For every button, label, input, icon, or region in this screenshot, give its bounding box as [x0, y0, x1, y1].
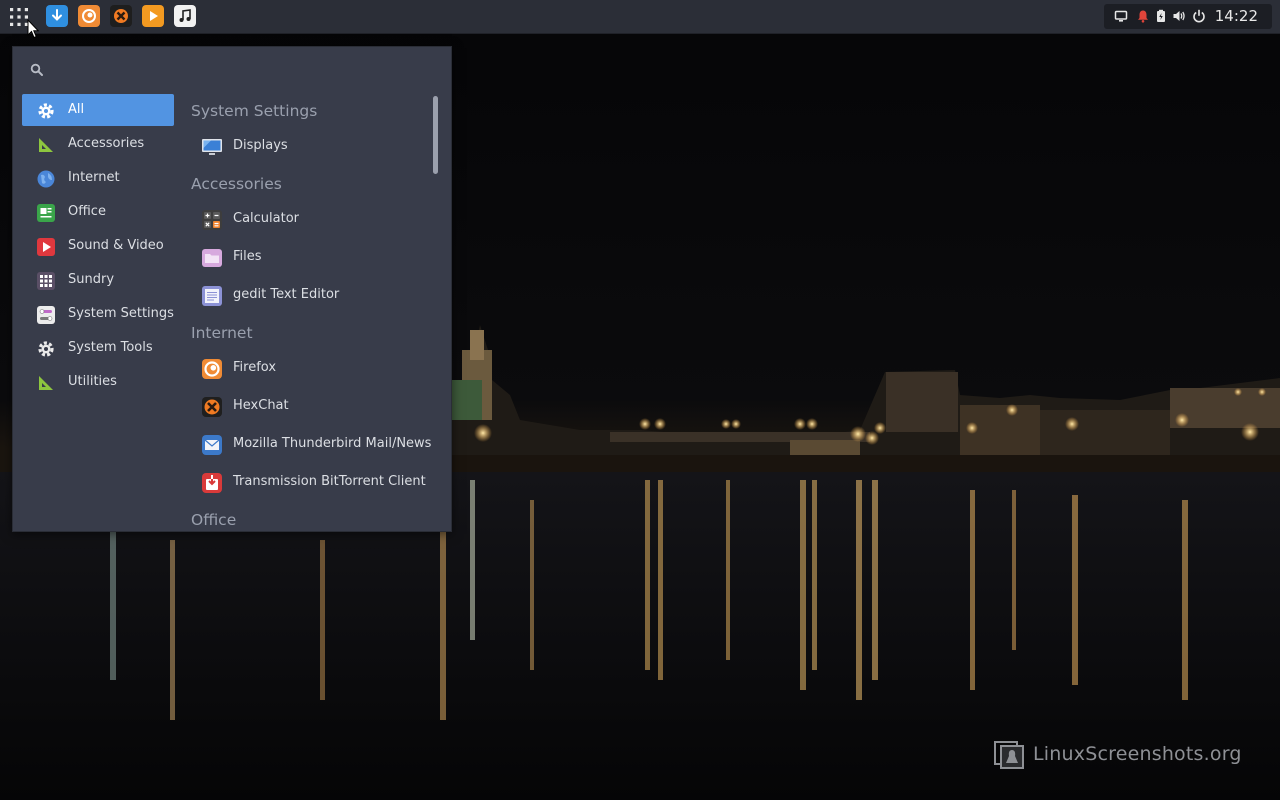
app-gedit[interactable]: gedit Text Editor [185, 275, 433, 313]
launcher-music[interactable] [174, 5, 196, 27]
section-header-internet: Internet [191, 324, 253, 342]
firefox-icon [202, 359, 222, 379]
power-icon[interactable] [1192, 9, 1206, 23]
office-icon [37, 204, 55, 222]
app-files[interactable]: Files [185, 237, 433, 275]
category-label: Utilities [68, 374, 117, 389]
category-accessories[interactable]: Accessories [22, 128, 174, 160]
app-label: HexChat [233, 398, 289, 413]
grid-icon [37, 272, 55, 290]
folder-icon [202, 249, 222, 267]
ruler-icon [39, 376, 53, 390]
category-utilities[interactable]: Utilities [22, 366, 174, 398]
launcher-hexchat[interactable] [110, 5, 132, 27]
category-system-settings[interactable]: System Settings [22, 298, 174, 330]
launcher-media-player[interactable] [142, 5, 164, 27]
hexchat-icon [202, 397, 222, 417]
app-label: Transmission BitTorrent Client [233, 474, 426, 489]
media-player-icon [150, 11, 158, 21]
app-label: Displays [233, 138, 288, 153]
category-label: System Settings [68, 306, 174, 321]
category-all[interactable]: All [22, 94, 174, 126]
category-system-tools[interactable]: System Tools [22, 332, 174, 364]
app-hexchat[interactable]: HexChat [185, 386, 433, 424]
app-label: Firefox [233, 360, 277, 375]
watermark: LinuxScreenshots.org [993, 738, 1242, 770]
app-label: gedit Text Editor [233, 287, 340, 302]
applications-list: System Settings Displays Accessories Cal… [185, 94, 433, 531]
penguin-logo-icon [994, 741, 1024, 769]
notification-bell-icon[interactable] [1136, 9, 1150, 23]
category-label: System Tools [68, 340, 153, 355]
section-header-office: Office [191, 511, 237, 529]
mouse-cursor-icon [27, 19, 39, 39]
category-office[interactable]: Office [22, 196, 174, 228]
category-internet[interactable]: Internet [22, 162, 174, 194]
globe-icon [37, 170, 55, 188]
play-icon [37, 238, 55, 256]
app-transmission[interactable]: Transmission BitTorrent Client [185, 462, 433, 500]
gear-icon [38, 103, 54, 119]
category-sound-video[interactable]: Sound & Video [22, 230, 174, 262]
monitor-icon [202, 139, 222, 155]
text-editor-icon [202, 286, 222, 306]
firefox-icon [82, 9, 96, 23]
category-label: Accessories [68, 136, 145, 151]
category-label: Internet [68, 170, 120, 185]
app-thunderbird[interactable]: Mozilla Thunderbird Mail/News [185, 424, 433, 462]
search-input[interactable] [53, 59, 437, 83]
app-firefox[interactable]: Firefox [185, 348, 433, 386]
category-label: Sundry [68, 272, 115, 287]
display-icon[interactable] [1114, 9, 1128, 23]
transmission-icon [202, 473, 222, 493]
app-label: Calculator [233, 211, 300, 226]
category-label: All [68, 102, 85, 117]
app-label: Mozilla Thunderbird Mail/News [233, 436, 432, 451]
app-displays[interactable]: Displays [185, 126, 433, 164]
calculator-icon [202, 210, 222, 230]
clock[interactable]: 14:22 [1215, 8, 1258, 25]
search-icon [30, 63, 43, 76]
toggle-settings-icon [37, 306, 55, 324]
section-header-system-settings: System Settings [191, 102, 318, 120]
category-sundry[interactable]: Sundry [22, 264, 174, 296]
battery-icon[interactable] [1154, 9, 1168, 23]
application-menu: All Accessories Internet Office Sound & … [12, 46, 452, 532]
volume-icon[interactable] [1172, 9, 1186, 23]
app-calculator[interactable]: Calculator [185, 199, 433, 237]
mail-icon [202, 435, 222, 455]
ruler-icon [39, 138, 53, 152]
category-label: Office [68, 204, 106, 219]
top-panel: 14:22 [0, 0, 1280, 34]
download-manager-icon [52, 9, 62, 21]
app-label: Files [233, 249, 262, 264]
section-header-accessories: Accessories [191, 175, 282, 193]
category-list: All Accessories Internet Office Sound & … [22, 94, 174, 400]
music-icon [179, 9, 191, 22]
launcher-download-manager[interactable] [46, 5, 68, 27]
system-tray: 14:22 [1104, 4, 1272, 29]
launcher-firefox[interactable] [78, 5, 100, 27]
menu-scrollbar[interactable] [433, 96, 438, 174]
category-label: Sound & Video [68, 238, 164, 253]
gear-icon [38, 341, 54, 357]
hexchat-icon [114, 9, 128, 23]
watermark-text: LinuxScreenshots.org [1033, 743, 1242, 765]
